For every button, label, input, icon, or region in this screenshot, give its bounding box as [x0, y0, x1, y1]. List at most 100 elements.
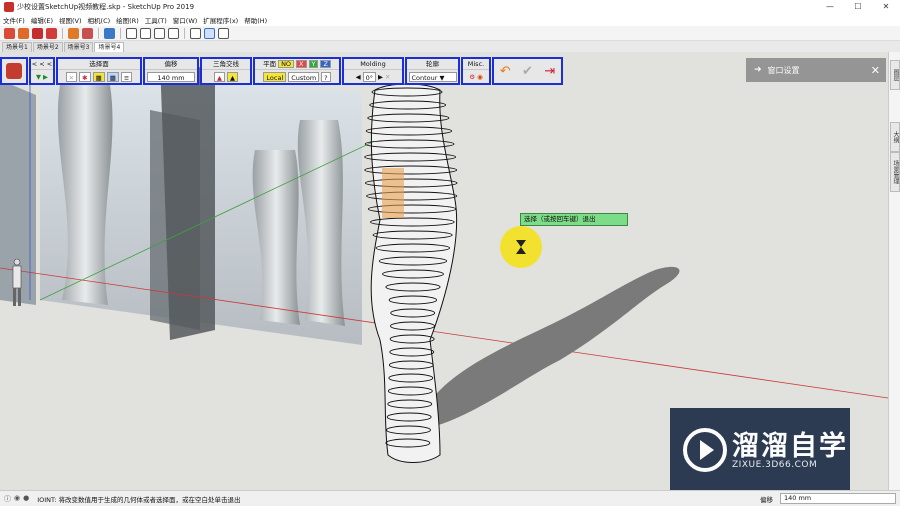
plugin-contour-group: 轮廓 Contour ▼ [405, 57, 460, 85]
settings-icon[interactable] [218, 27, 229, 39]
menu-bar: 文件(F) 编辑(E) 视图(V) 相机(C) 绘图(R) 工具(T) 窗口(W… [0, 14, 900, 26]
panel-expand-arrow-icon[interactable]: ➜ [754, 65, 762, 75]
grid-mode-icon[interactable]: ▦ [92, 71, 105, 82]
menu-extensions[interactable]: 扩展程序(x) [203, 15, 238, 25]
panel-toggle-icon[interactable] [204, 27, 215, 39]
plugin-triangulate-group: 三角交线 ▲ ▲ [200, 57, 252, 85]
menu-camera[interactable]: 相机(C) [88, 15, 111, 25]
exit-door-icon[interactable]: ⇥ [544, 64, 555, 79]
plugin-select-group: 选择面 ✕ ✱ ▦ ▦ ≡ [56, 57, 142, 85]
plane-help-button[interactable]: ? [321, 71, 331, 82]
extension-warehouse-icon[interactable] [32, 27, 43, 39]
plugin-actions-group: ↶ ✔ ⇥ [492, 57, 563, 85]
layout-icon[interactable] [46, 27, 57, 39]
plugin-logo-group [0, 57, 28, 85]
title-bar: 少校设置SketchUp视频教程.skp - SketchUp Pro 2019 [0, 0, 900, 14]
menu-window[interactable]: 窗口(W) [173, 15, 198, 25]
close-button[interactable]: ✕ [872, 0, 900, 14]
scene-tab-4[interactable]: 场景号4 [94, 42, 125, 52]
menu-edit[interactable]: 编辑(E) [31, 15, 53, 25]
display-section-icon[interactable] [140, 27, 151, 39]
molding-angle-input[interactable]: 0° [362, 71, 376, 82]
scene-tab-2[interactable]: 场景号2 [32, 42, 63, 52]
molding-right-arrow-icon[interactable]: ▶ [378, 73, 383, 81]
disabled-x-icon: ✕ [65, 71, 78, 82]
list-mode-icon[interactable]: ≡ [120, 71, 133, 82]
triangulate-red-icon[interactable]: ▲ [214, 71, 225, 82]
local-toggle[interactable]: Local [263, 71, 287, 82]
selected-face-highlight [382, 168, 404, 218]
misc-gear-icon[interactable]: ⚙ [469, 73, 475, 81]
solid-tools-icon[interactable] [68, 27, 79, 39]
axis-y-toggle[interactable]: Y [308, 60, 319, 68]
window-title: 少校设置SketchUp视频教程.skp - SketchUp Pro 2019 [17, 3, 195, 11]
tray-tab-layers[interactable]: 图层 [890, 60, 900, 90]
resize-icon[interactable] [190, 27, 201, 39]
section-fill-icon[interactable] [168, 27, 179, 39]
table-mode-icon[interactable]: ▦ [106, 71, 119, 82]
status-info-icon[interactable]: ⓘ [4, 494, 11, 504]
undo-arrow-icon[interactable]: ↶ [500, 64, 511, 79]
maximize-button[interactable]: ☐ [844, 0, 872, 14]
toolbar-divider [184, 27, 185, 39]
menu-tools[interactable]: 工具(T) [145, 15, 167, 25]
action-tooltip: 选择（或按回车键）退出 [520, 213, 628, 226]
minimize-button[interactable]: — [816, 0, 844, 14]
measurements-input[interactable]: 140 mm [780, 493, 896, 504]
contour-select[interactable]: Contour ▼ [408, 71, 457, 82]
plugin-offset-group: 偏移 140 mm [143, 57, 199, 85]
main-toolbar [0, 26, 900, 41]
toolbar-divider [120, 27, 121, 39]
status-geo-icon[interactable]: ◉ [14, 494, 20, 504]
getting-started-icon[interactable] [4, 27, 15, 39]
3d-warehouse-icon[interactable] [18, 27, 29, 39]
play-logo-icon [683, 428, 727, 472]
offset-input[interactable]: 140 mm [147, 71, 195, 82]
plugin-molding-group: Molding ◀ 0° ▶ ✕ [342, 57, 404, 85]
toolbar-divider [98, 27, 99, 39]
measurements-label: 偏移 [760, 496, 773, 504]
status-user-icon[interactable]: ● [23, 494, 29, 504]
toolbar-divider [62, 27, 63, 39]
menu-help[interactable]: 帮助(H) [244, 15, 267, 25]
molding-left-arrow-icon[interactable]: ◀ [356, 73, 361, 81]
plane-label: 平面 [263, 59, 277, 68]
cursor-highlight [500, 226, 542, 268]
confirm-check-icon: ✔ [522, 63, 533, 79]
axis-x-toggle[interactable]: X [296, 60, 307, 68]
tray-tab-outliner[interactable]: 大纲 [890, 122, 900, 152]
section-cut-icon[interactable] [154, 27, 165, 39]
scene-tab-1[interactable]: 场景号1 [2, 42, 32, 52]
contour-select-value: Contour [411, 73, 438, 82]
face-mode-icon[interactable]: ✱ [79, 71, 91, 82]
sandbox-icon[interactable] [82, 27, 93, 39]
scene-tab-bar: 场景号1 场景号2 场景号3 场景号4 [0, 41, 900, 52]
right-tray: 图层 大纲 场景管理 [888, 52, 900, 490]
tray-tab-scenes[interactable]: 场景管理 [890, 152, 900, 192]
select-face-label: 选择面 [58, 59, 140, 70]
plugin-logo-icon[interactable] [6, 63, 22, 79]
plugin-misc-group: Misc. ⚙ ◉ [461, 57, 491, 85]
contour-label: 轮廓 [407, 59, 458, 70]
nav-back-arrows[interactable]: < < < [31, 59, 53, 70]
window-settings-panel[interactable]: ➜ 窗口设置 ✕ [746, 58, 886, 82]
panel-close-icon[interactable]: ✕ [871, 64, 880, 77]
axis-z-toggle[interactable]: Z [320, 60, 331, 68]
triangulate-yellow-icon[interactable]: ▲ [227, 71, 238, 82]
menu-view[interactable]: 视图(V) [59, 15, 82, 25]
print-icon[interactable] [104, 27, 115, 39]
molding-label: Molding [344, 59, 402, 70]
misc-target-icon[interactable]: ◉ [477, 73, 483, 81]
offset-label: 偏移 [145, 59, 197, 70]
menu-file[interactable]: 文件(F) [3, 15, 25, 25]
triangulate-label: 三角交线 [202, 59, 250, 70]
plane-no-toggle[interactable]: NO [278, 60, 295, 68]
status-message: IOINT: 将改变数值用于生成的几何体或者选择面，或在空白处单击退出 [37, 495, 241, 504]
nav-play-controls[interactable]: ▼ ▶ [31, 70, 53, 83]
section-plane-icon[interactable] [126, 27, 137, 39]
custom-toggle[interactable]: Custom [288, 71, 320, 82]
menu-draw[interactable]: 绘图(R) [116, 15, 139, 25]
panel-title: 窗口设置 [767, 65, 800, 75]
scene-tab-3[interactable]: 场景号3 [63, 42, 94, 52]
plugin-plane-group: 平面 NO X Y Z Local Custom ? [253, 57, 341, 85]
